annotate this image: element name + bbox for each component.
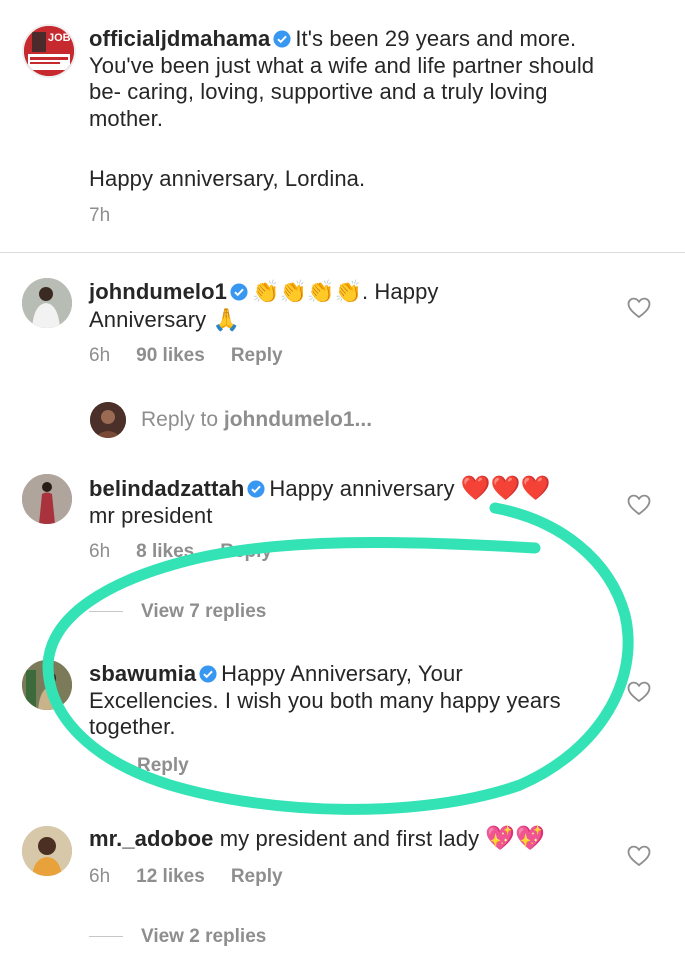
avatar-image <box>22 474 72 524</box>
like-heart-icon[interactable] <box>627 297 651 319</box>
comment-text: belindadzattah Happy anniversary ❤️❤️❤️ m… <box>89 475 609 529</box>
reply-button[interactable]: Reply <box>220 541 272 562</box>
comment-username[interactable]: sbawumia <box>89 661 196 686</box>
like-heart-icon[interactable] <box>627 845 651 867</box>
post-timestamp: 7h <box>89 205 111 226</box>
comment-username[interactable]: mr._adoboe <box>89 826 213 851</box>
praying-hands-emoji: 🙏 <box>212 307 240 333</box>
post-username[interactable]: officialjdmahama <box>89 26 270 51</box>
post-text-line: You've been just what a wife and life pa… <box>89 52 595 78</box>
reply-button[interactable]: Reply <box>137 755 189 776</box>
like-heart-icon[interactable] <box>627 494 651 516</box>
comment-text-part: together. <box>89 714 176 739</box>
comment-text-part: my president and first lady <box>219 826 480 851</box>
avatar-image <box>22 278 72 328</box>
comment-meta: 6h 12 likes Reply <box>89 866 309 888</box>
red-heart-emoji: ❤️❤️❤️ <box>460 474 551 502</box>
view-replies-label: View 2 replies <box>141 926 267 947</box>
comment-text-part: Excellencies. I wish you both many happy… <box>89 687 561 713</box>
post-caption-closing: Happy anniversary, Lordina. <box>89 166 366 191</box>
post-author-avatar[interactable]: JOB <box>22 24 76 78</box>
reply-button[interactable]: Reply <box>231 866 283 887</box>
clapping-hands-emoji: 👏👏👏👏 <box>252 280 362 305</box>
comment-time: 6h <box>89 345 111 366</box>
comment-time: 6h <box>89 541 111 562</box>
comment-avatar[interactable] <box>22 826 72 876</box>
comment-username[interactable]: belindadzattah <box>89 476 244 501</box>
comment-text: johndumelo1 👏👏👏👏. Happy Anniversary 🙏 <box>89 279 609 334</box>
comment-meta: 6h 8 likes Reply <box>89 541 298 563</box>
comment-text-part: . Happy <box>361 279 439 304</box>
post-text-line: mother. <box>89 105 164 131</box>
reply-input-placeholder: Reply to <box>141 408 219 431</box>
comment-likes[interactable]: 12 likes <box>136 866 205 887</box>
comment-text: sbawumia Happy Anniversary, Your Excellen… <box>89 661 619 741</box>
verified-badge-icon <box>230 283 248 301</box>
comment-meta: Reply <box>137 755 215 777</box>
comment-text-part: Happy anniversary <box>269 476 455 501</box>
comment-text-part: mr president <box>89 502 213 528</box>
thread-line <box>89 611 123 613</box>
comment-meta: 6h 90 likes Reply <box>89 345 309 367</box>
post-caption: officialjdmahama It's been 29 years and m… <box>89 26 659 132</box>
sparkling-heart-emoji: 💖💖 <box>485 824 546 852</box>
avatar-logo-text: JOB <box>48 32 71 44</box>
current-user-avatar <box>90 402 126 438</box>
verified-badge-icon <box>199 665 217 683</box>
comment-avatar[interactable] <box>22 474 72 524</box>
reply-target-username: johndumelo1... <box>223 408 373 431</box>
reply-button[interactable]: Reply <box>231 345 283 366</box>
comment-likes[interactable]: 8 likes <box>136 541 194 562</box>
comment-text: mr._adoboe my president and first lady 💖… <box>89 825 619 853</box>
view-replies-button[interactable]: View 7 replies <box>89 601 266 623</box>
avatar-image <box>90 402 126 438</box>
verified-badge-icon <box>273 30 291 48</box>
post-text-line: It's been 29 years and more. <box>295 26 577 51</box>
post-text-line: be- caring, loving, supportive and a tru… <box>89 79 548 104</box>
reply-input[interactable]: Reply to johndumelo1... <box>141 408 372 432</box>
avatar-image <box>22 660 72 710</box>
comment-username[interactable]: johndumelo1 <box>89 279 227 304</box>
comment-time: 6h <box>89 866 111 887</box>
comment-likes[interactable]: 90 likes <box>136 345 205 366</box>
avatar-image <box>22 826 72 876</box>
post-divider <box>0 252 685 253</box>
view-replies-label: View 7 replies <box>141 601 267 622</box>
view-replies-button[interactable]: View 2 replies <box>89 926 266 948</box>
comment-text-part: Anniversary <box>89 306 207 332</box>
like-heart-icon[interactable] <box>627 681 651 703</box>
comment-avatar[interactable] <box>22 660 72 710</box>
comment-avatar[interactable] <box>22 278 72 328</box>
comment-text-part: Happy Anniversary, Your <box>221 661 463 686</box>
thread-line <box>89 936 123 938</box>
verified-badge-icon <box>247 480 265 498</box>
